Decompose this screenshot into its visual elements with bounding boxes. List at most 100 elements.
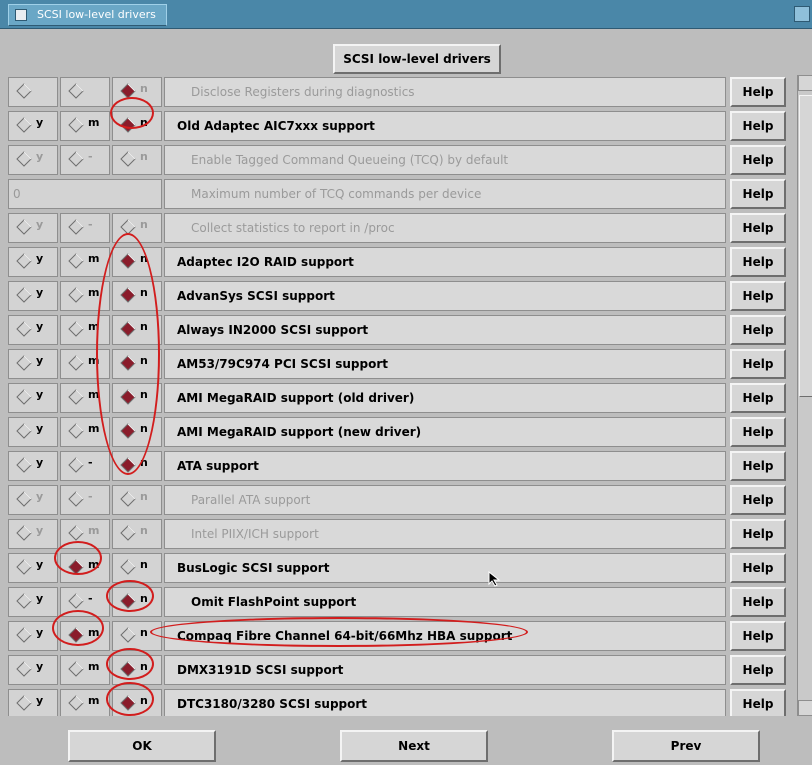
option-label[interactable]: AMI MegaRAID support (new driver): [164, 417, 726, 447]
radio-y-icon[interactable]: [16, 525, 32, 541]
option-label[interactable]: Old Adaptec AIC7xxx support: [164, 111, 726, 141]
radio-y-icon[interactable]: [16, 559, 32, 575]
scroll-thumb[interactable]: [799, 95, 812, 397]
help-button[interactable]: Help: [730, 587, 786, 617]
help-button[interactable]: Help: [730, 213, 786, 243]
radio-m-icon[interactable]: [68, 83, 84, 99]
option-label[interactable]: AdvanSys SCSI support: [164, 281, 726, 311]
help-button[interactable]: Help: [730, 383, 786, 413]
option-label[interactable]: Compaq Fibre Channel 64-bit/66Mhz HBA su…: [164, 621, 726, 651]
help-button[interactable]: Help: [730, 247, 786, 277]
radio-n-icon[interactable]: [120, 253, 136, 269]
radio-n-icon[interactable]: [120, 559, 136, 575]
radio-m-icon[interactable]: [68, 559, 84, 575]
radio-n-icon[interactable]: [120, 457, 136, 473]
radio-y-icon[interactable]: [16, 321, 32, 337]
option-label[interactable]: DMX3191D SCSI support: [164, 655, 726, 685]
ok-button[interactable]: OK: [68, 730, 216, 762]
radio-y-icon[interactable]: [16, 287, 32, 303]
option-label[interactable]: Maximum number of TCQ commands per devic…: [164, 179, 726, 209]
help-button[interactable]: Help: [730, 451, 786, 481]
window-menu-icon[interactable]: [15, 9, 27, 21]
radio-m-icon[interactable]: [68, 423, 84, 439]
radio-m-icon[interactable]: [68, 525, 84, 541]
radio-y-icon[interactable]: [16, 491, 32, 507]
option-label[interactable]: BusLogic SCSI support: [164, 553, 726, 583]
radio-m-icon[interactable]: [68, 219, 84, 235]
help-button[interactable]: Help: [730, 621, 786, 651]
radio-m-icon[interactable]: [68, 287, 84, 303]
prev-button[interactable]: Prev: [612, 730, 760, 762]
option-label[interactable]: Enable Tagged Command Queueing (TCQ) by …: [164, 145, 726, 175]
help-button[interactable]: Help: [730, 179, 786, 209]
radio-n-icon[interactable]: [120, 627, 136, 643]
help-button[interactable]: Help: [730, 111, 786, 141]
value-input[interactable]: 0: [8, 179, 162, 209]
radio-y-icon[interactable]: [16, 695, 32, 711]
radio-n-icon[interactable]: [120, 491, 136, 507]
radio-n-icon[interactable]: [120, 695, 136, 711]
radio-y-icon[interactable]: [16, 627, 32, 643]
option-label[interactable]: Omit FlashPoint support: [164, 587, 726, 617]
radio-m-icon[interactable]: [68, 253, 84, 269]
radio-n-icon[interactable]: [120, 83, 136, 99]
radio-m-icon[interactable]: [68, 627, 84, 643]
radio-m-icon[interactable]: [68, 389, 84, 405]
radio-y-icon[interactable]: [16, 219, 32, 235]
radio-m-icon[interactable]: [68, 661, 84, 677]
help-button[interactable]: Help: [730, 485, 786, 515]
radio-y-icon[interactable]: [16, 423, 32, 439]
option-label[interactable]: Always IN2000 SCSI support: [164, 315, 726, 345]
radio-m-icon[interactable]: [68, 151, 84, 167]
help-button[interactable]: Help: [730, 655, 786, 685]
radio-m-icon[interactable]: [68, 355, 84, 371]
radio-m-icon[interactable]: [68, 117, 84, 133]
option-label[interactable]: Parallel ATA support: [164, 485, 726, 515]
section-title-button[interactable]: SCSI low-level drivers: [333, 44, 501, 74]
radio-m-icon[interactable]: [68, 321, 84, 337]
maximize-icon[interactable]: [794, 6, 810, 22]
help-button[interactable]: Help: [730, 553, 786, 583]
option-label[interactable]: AMI MegaRAID support (old driver): [164, 383, 726, 413]
help-button[interactable]: Help: [730, 281, 786, 311]
radio-y-icon[interactable]: [16, 661, 32, 677]
option-label[interactable]: AM53/79C974 PCI SCSI support: [164, 349, 726, 379]
radio-n-icon[interactable]: [120, 661, 136, 677]
radio-n-icon[interactable]: [120, 287, 136, 303]
help-button[interactable]: Help: [730, 417, 786, 447]
scroll-up-arrow-icon[interactable]: [798, 75, 812, 91]
option-label[interactable]: Disclose Registers during diagnostics: [164, 77, 726, 107]
option-label[interactable]: Intel PIIX/ICH support: [164, 519, 726, 549]
radio-y-icon[interactable]: [16, 593, 32, 609]
option-label[interactable]: ATA support: [164, 451, 726, 481]
radio-n-icon[interactable]: [120, 525, 136, 541]
option-label[interactable]: Adaptec I2O RAID support: [164, 247, 726, 277]
scroll-down-arrow-icon[interactable]: [798, 700, 812, 716]
radio-m-icon[interactable]: [68, 593, 84, 609]
radio-y-icon[interactable]: [16, 151, 32, 167]
radio-y-icon[interactable]: [16, 355, 32, 371]
radio-m-icon[interactable]: [68, 695, 84, 711]
radio-n-icon[interactable]: [120, 117, 136, 133]
radio-n-icon[interactable]: [120, 593, 136, 609]
option-label[interactable]: DTC3180/3280 SCSI support: [164, 689, 726, 716]
radio-y-icon[interactable]: [16, 457, 32, 473]
window-title-tab[interactable]: SCSI low-level drivers: [8, 4, 167, 26]
radio-m-icon[interactable]: [68, 457, 84, 473]
help-button[interactable]: Help: [730, 145, 786, 175]
radio-y-icon[interactable]: [16, 117, 32, 133]
help-button[interactable]: Help: [730, 315, 786, 345]
radio-y-icon[interactable]: [16, 389, 32, 405]
radio-n-icon[interactable]: [120, 219, 136, 235]
radio-n-icon[interactable]: [120, 321, 136, 337]
help-button[interactable]: Help: [730, 77, 786, 107]
radio-n-icon[interactable]: [120, 355, 136, 371]
option-label[interactable]: Collect statistics to report in /proc: [164, 213, 726, 243]
radio-n-icon[interactable]: [120, 389, 136, 405]
scrollbar[interactable]: [797, 75, 812, 716]
radio-n-icon[interactable]: [120, 151, 136, 167]
radio-y-icon[interactable]: [16, 253, 32, 269]
radio-n-icon[interactable]: [120, 423, 136, 439]
help-button[interactable]: Help: [730, 689, 786, 716]
help-button[interactable]: Help: [730, 349, 786, 379]
